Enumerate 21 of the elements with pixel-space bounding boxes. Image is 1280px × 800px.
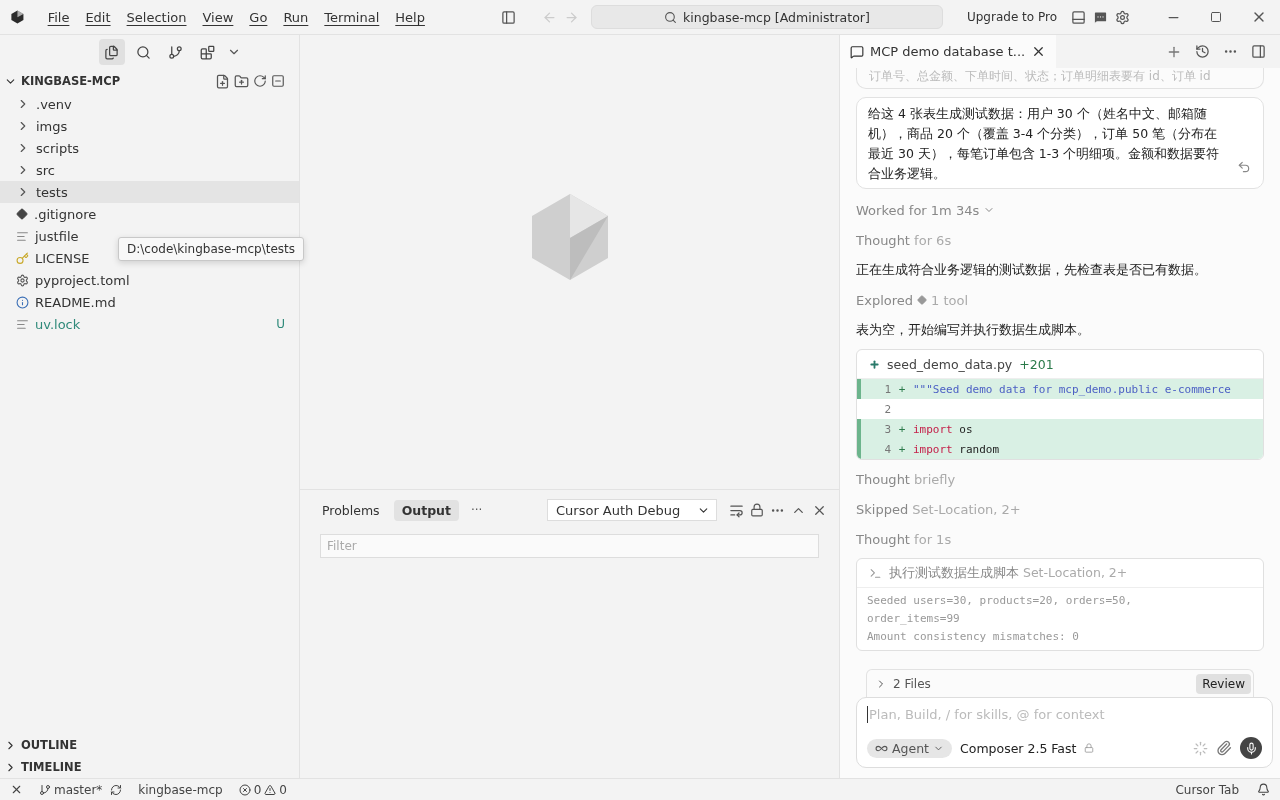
terminal-output: Seeded users=30, products=20, orders=50, [867, 593, 1133, 609]
user-message: 给这 4 张表生成测试数据：用户 30 个（姓名中文、邮箱随机），商品 20 个（覆盖 3-4 个分类），订单 50 笔（分布在最近 30 天），每笔订单包含 1-3 个明细项。金额和数据要符合业务逻辑。 [868, 105, 1221, 183]
step-label: Explored [856, 292, 914, 308]
step-status: Thought briefly [856, 471, 956, 487]
step-status: Thought for 6s [856, 232, 952, 248]
warning-count: 0 [279, 782, 287, 797]
assistant-message: 表为空，开始编写并执行数据生成脚本。 [856, 321, 1090, 339]
terminal-output: Amount consistency mismatches: 0 [867, 629, 1080, 645]
step-detail: 1 tool [931, 292, 969, 308]
step-status: Thought for 1s [856, 531, 952, 547]
command-title: 执行测试数据生成脚本 Set-Location, 2+ [889, 564, 1128, 582]
user-message: 订单号、总金额、下单时间、状态；订单明细表要有 id、订单 id [869, 68, 1212, 85]
path-tooltip: D:\code\kingbase-mcp\tests [118, 237, 304, 261]
section-title: OUTLINE [21, 738, 78, 752]
section-title: TIMELINE [21, 760, 82, 774]
error-count: 0 [253, 782, 262, 797]
git-status-label: U [276, 317, 285, 331]
assistant-message: 正在生成符合业务逻辑的测试数据，先检查表是否已有数据。 [856, 261, 1207, 279]
terminal-output: order_items=99 [867, 611, 961, 627]
added-count: +201 [1019, 356, 1054, 372]
step-status: Skipped Set-Location, 2+ [856, 501, 1021, 517]
